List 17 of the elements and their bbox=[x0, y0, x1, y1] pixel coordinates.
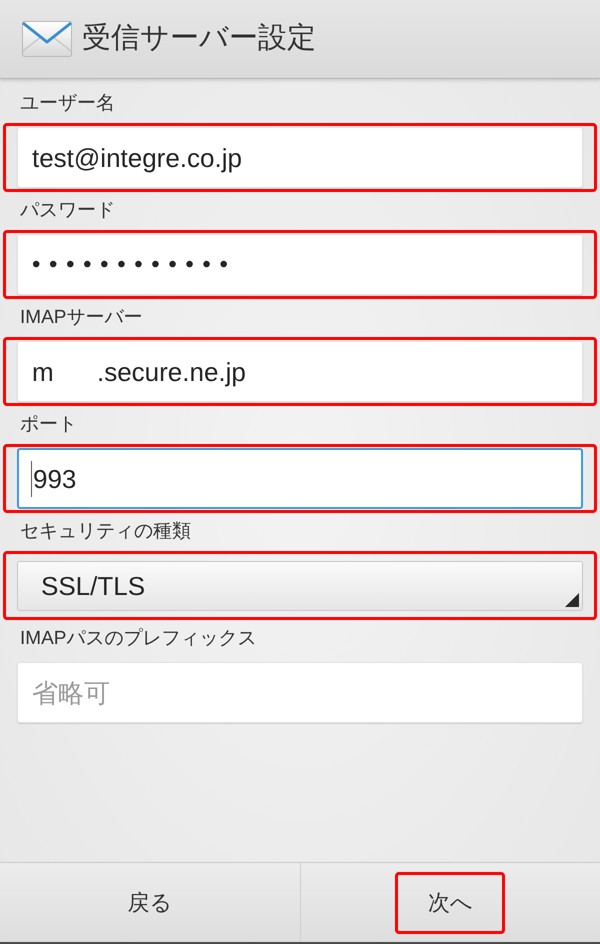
field-label: パスワード bbox=[20, 198, 115, 223]
screen-title: 受信サーバー設定 bbox=[82, 21, 316, 56]
field-label: ユーザー名 bbox=[20, 92, 115, 116]
text-cursor bbox=[31, 460, 32, 496]
nav-button[interactable]: 戻る bbox=[0, 863, 300, 942]
envelope-icon bbox=[22, 21, 72, 57]
field-label: IMAPパスのプレフィックス bbox=[20, 626, 256, 651]
field-label: セキュリティの種類 bbox=[20, 520, 191, 544]
field-label: IMAPサーバー bbox=[20, 306, 142, 330]
triangle-icon bbox=[565, 592, 579, 606]
nav-button[interactable]: 次へ bbox=[300, 863, 600, 942]
text-field[interactable]: test@integre.co.jp bbox=[17, 127, 583, 188]
field-label: ポート bbox=[20, 412, 77, 437]
text-field[interactable]: m .secure.ne.jp bbox=[17, 341, 583, 402]
password-field[interactable]: •••••••••••• bbox=[17, 234, 583, 295]
text-field[interactable]: 993 bbox=[17, 448, 583, 509]
dropdown[interactable]: SSL/TLS bbox=[17, 560, 583, 610]
